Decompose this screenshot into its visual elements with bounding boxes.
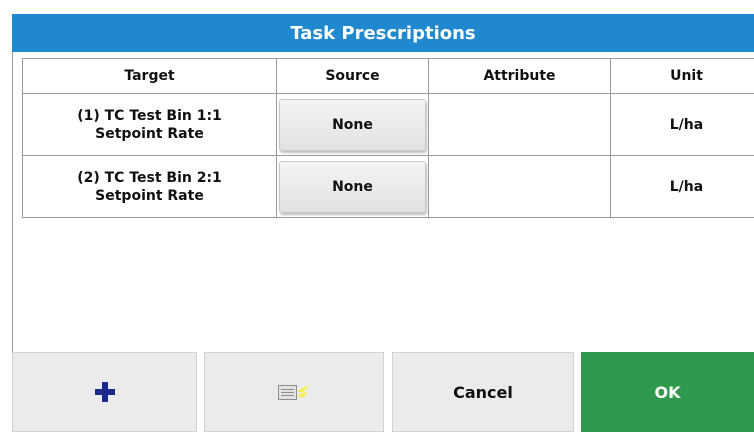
column-header-source: Source: [276, 58, 429, 94]
prescriptions-table: Target Source Attribute Unit (1) TC Test…: [22, 58, 754, 218]
list-button[interactable]: [204, 352, 384, 432]
target-name: (1) TC Test Bin 1:1: [77, 107, 222, 124]
title-bar: Task Prescriptions: [12, 14, 754, 52]
source-select-button[interactable]: None: [279, 160, 426, 213]
attribute-cell: [428, 93, 611, 156]
unit-cell: L/ha: [610, 93, 754, 156]
target-rate: Setpoint Rate: [95, 125, 204, 142]
page-title: Task Prescriptions: [290, 22, 476, 44]
ok-button[interactable]: OK: [581, 352, 754, 432]
target-cell: (1) TC Test Bin 1:1 Setpoint Rate: [22, 93, 277, 156]
add-button[interactable]: [12, 352, 197, 432]
unit-cell: L/ha: [610, 155, 754, 218]
target-rate: Setpoint Rate: [95, 187, 204, 204]
table-row: (2) TC Test Bin 2:1 Setpoint Rate None L…: [22, 155, 754, 218]
column-header-unit: Unit: [610, 58, 754, 94]
cancel-label: Cancel: [453, 382, 513, 402]
source-value: None: [332, 178, 373, 195]
source-value: None: [332, 116, 373, 133]
list-icon: [278, 385, 309, 400]
attribute-cell: [428, 155, 611, 218]
cancel-button[interactable]: Cancel: [392, 352, 574, 432]
source-cell: None: [276, 155, 429, 218]
source-cell: None: [276, 93, 429, 156]
column-header-attribute: Attribute: [428, 58, 611, 94]
target-cell: (2) TC Test Bin 2:1 Setpoint Rate: [22, 155, 277, 218]
plus-icon: [94, 382, 115, 402]
table-row: (1) TC Test Bin 1:1 Setpoint Rate None L…: [22, 93, 754, 156]
target-name: (2) TC Test Bin 2:1: [77, 169, 222, 186]
table-header-row: Target Source Attribute Unit: [22, 58, 754, 94]
source-select-button[interactable]: None: [279, 98, 426, 151]
ok-label: OK: [654, 382, 681, 402]
column-header-target: Target: [22, 58, 277, 94]
